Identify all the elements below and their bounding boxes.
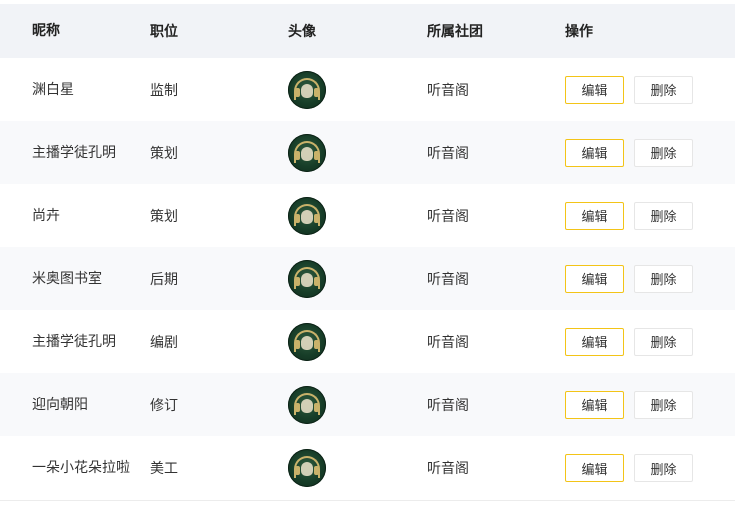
nickname-cell: 主播学徒孔明 [32,144,116,161]
table-row: 主播学徒孔明 策划 听音阁 编辑 删除 [0,121,735,184]
edit-button[interactable]: 编辑 [565,138,624,167]
avatar [288,259,326,298]
delete-button[interactable]: 删除 [634,75,693,104]
position-cell: 美工 [150,461,178,477]
position-cell: 修订 [150,397,178,414]
avatar-cell [288,247,326,310]
table-row: 迎向朝阳 修订 听音阁 编辑 删除 [0,373,735,436]
club-cell: 听音阁 [427,271,469,288]
table-row: 米奥图书室 后期 听音阁 编辑 删除 [0,247,735,310]
avatar-cell [288,436,326,500]
edit-button[interactable]: 编辑 [565,390,624,419]
actions-cell: 编辑 删除 [565,436,693,500]
avatar-cell [288,373,326,436]
actions-cell: 编辑 删除 [565,184,693,247]
actions-cell: 编辑 删除 [565,58,693,121]
header-actions: 操作 [565,24,593,40]
delete-button[interactable]: 删除 [634,327,693,356]
edit-button[interactable]: 编辑 [565,264,624,293]
club-cell: 听音阁 [427,461,469,477]
actions-cell: 编辑 删除 [565,247,693,310]
club-cell: 听音阁 [427,334,469,351]
club-cell: 听音阁 [427,82,469,99]
club-cell: 听音阁 [427,397,469,414]
avatar-cell [288,121,326,184]
delete-button[interactable]: 删除 [634,454,693,482]
nickname-cell: 尚卉 [32,207,60,224]
avatar [288,449,326,487]
actions-cell: 编辑 删除 [565,121,693,184]
edit-button[interactable]: 编辑 [565,327,624,356]
nickname-cell: 迎向朝阳 [32,396,88,413]
position-cell: 编剧 [150,334,178,351]
avatar [288,133,326,172]
position-cell: 策划 [150,145,178,162]
edit-button[interactable]: 编辑 [565,75,624,104]
avatar-cell [288,310,326,373]
nickname-cell: 一朵小花朵拉啦 [32,460,130,476]
header-club: 所属社团 [427,24,483,40]
avatar [288,70,326,109]
position-cell: 策划 [150,208,178,225]
table-row: 主播学徒孔明 编剧 听音阁 编辑 删除 [0,310,735,373]
nickname-cell: 主播学徒孔明 [32,333,116,350]
table-row: 尚卉 策划 听音阁 编辑 删除 [0,184,735,247]
table-row: 渊白星 监制 听音阁 编辑 删除 [0,58,735,121]
header-nickname: 昵称 [32,23,60,39]
member-table: 昵称 职位 头像 所属社团 操作 渊白星 监制 听音阁 编辑 删除 主播学徒孔明… [0,4,735,501]
nickname-cell: 米奥图书室 [32,270,102,287]
position-cell: 后期 [150,271,178,288]
avatar-cell [288,58,326,121]
edit-button[interactable]: 编辑 [565,201,624,230]
edit-button[interactable]: 编辑 [565,454,624,482]
table-row: 一朵小花朵拉啦 美工 听音阁 编辑 删除 [0,436,735,501]
delete-button[interactable]: 删除 [634,138,693,167]
avatar [288,322,326,361]
actions-cell: 编辑 删除 [565,310,693,373]
actions-cell: 编辑 删除 [565,373,693,436]
club-cell: 听音阁 [427,145,469,162]
avatar [288,385,326,424]
delete-button[interactable]: 删除 [634,201,693,230]
avatar [288,196,326,235]
header-avatar: 头像 [288,24,316,40]
position-cell: 监制 [150,82,178,99]
club-cell: 听音阁 [427,208,469,225]
table-header: 昵称 职位 头像 所属社团 操作 [0,4,735,58]
delete-button[interactable]: 删除 [634,390,693,419]
avatar-cell [288,184,326,247]
delete-button[interactable]: 删除 [634,264,693,293]
nickname-cell: 渊白星 [32,81,74,98]
header-position: 职位 [150,24,178,40]
